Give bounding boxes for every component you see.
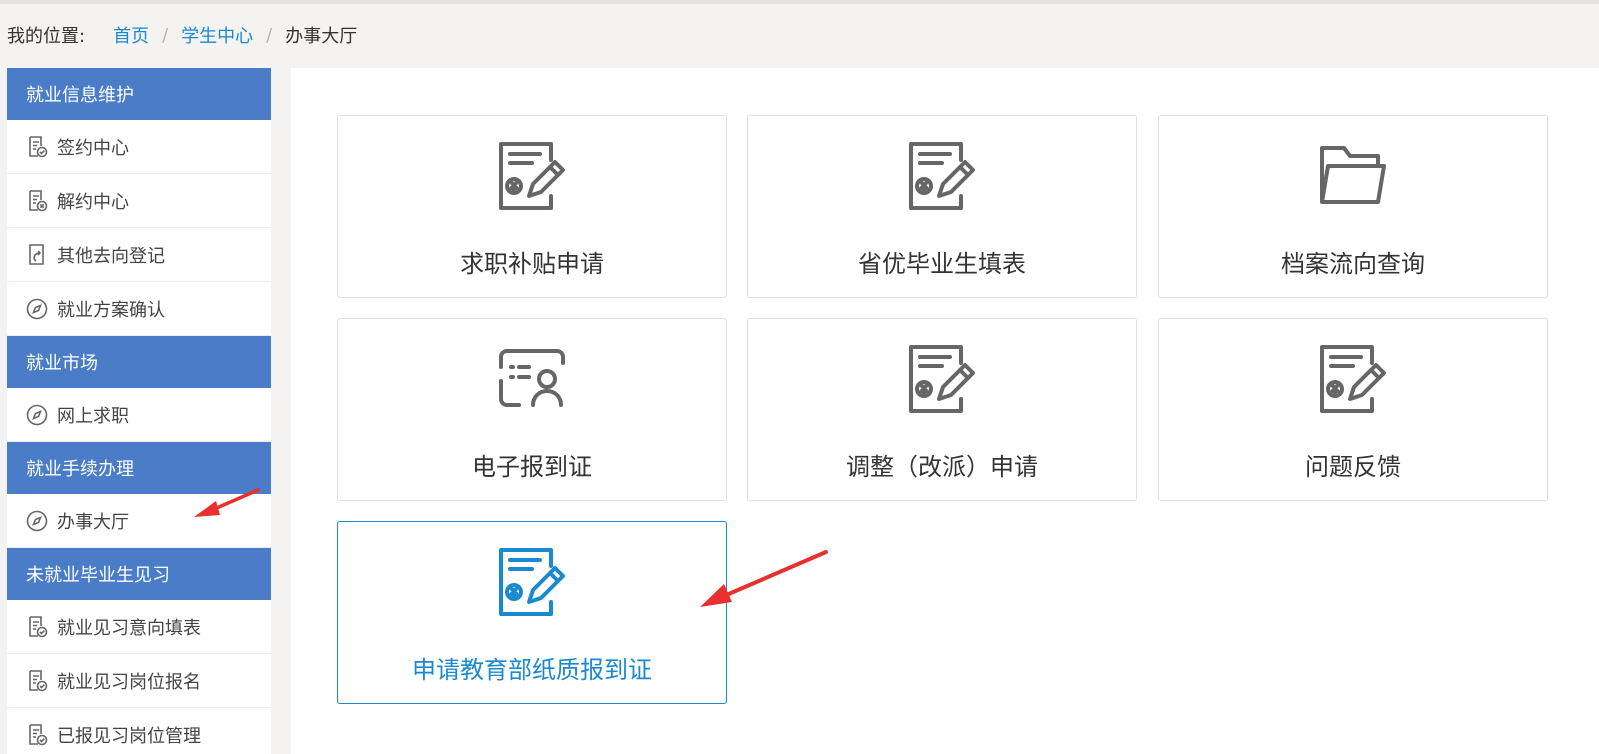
sidebar-item-other-destination[interactable]: 其他去向登记 xyxy=(7,228,271,282)
breadcrumb: 我的位置: 首页 / 学生中心 / 办事大厅 xyxy=(7,22,357,48)
sidebar: 就业信息维护 签约中心 解约中心 其他去向登记 就业方案确认 就业市场 网上求职… xyxy=(7,68,271,754)
doc-arrow-icon xyxy=(25,243,49,267)
breadcrumb-separator: / xyxy=(266,24,273,46)
compass-icon xyxy=(25,297,49,321)
breadcrumb-current: 办事大厅 xyxy=(285,26,358,47)
tile-archive-query[interactable]: 档案流向查询 xyxy=(1158,115,1548,298)
sidebar-item-label: 解约中心 xyxy=(57,191,129,213)
sidebar-item-online-job[interactable]: 网上求职 xyxy=(7,388,271,442)
sidebar-item-internship-apply[interactable]: 就业见习岗位报名 xyxy=(7,654,271,708)
sidebar-item-label: 就业见习岗位报名 xyxy=(57,671,201,693)
sidebar-item-plan-confirm[interactable]: 就业方案确认 xyxy=(7,282,271,336)
tile-label: 申请教育部纸质报到证 xyxy=(412,656,652,684)
breadcrumb-link-student-center[interactable]: 学生中心 xyxy=(181,22,253,48)
doc-edit-icon xyxy=(905,341,979,415)
id-card-icon xyxy=(495,341,569,415)
service-hall-panel: 求职补贴申请 省优毕业生填表 档案流向查询 电子报到证 调整（改派）申请 问题反… xyxy=(291,68,1599,754)
tile-label: 问题反馈 xyxy=(1305,453,1401,481)
breadcrumb-separator: / xyxy=(162,24,169,46)
tile-reassignment-apply[interactable]: 调整（改派）申请 xyxy=(747,318,1137,501)
tile-excellent-graduate-form[interactable]: 省优毕业生填表 xyxy=(747,115,1137,298)
sidebar-item-label: 已报见习岗位管理 xyxy=(57,725,201,747)
doc-check-icon xyxy=(25,723,49,747)
sidebar-item-label: 网上求职 xyxy=(57,405,129,427)
breadcrumb-prefix: 我的位置: xyxy=(7,26,86,47)
folder-icon xyxy=(1316,138,1390,212)
sidebar-item-label: 就业方案确认 xyxy=(57,299,165,321)
doc-x-icon xyxy=(25,189,49,213)
tile-label: 调整（改派）申请 xyxy=(846,453,1038,481)
sidebar-item-internship-manage[interactable]: 已报见习岗位管理 xyxy=(7,708,271,754)
sidebar-item-signing-center[interactable]: 签约中心 xyxy=(7,120,271,174)
doc-edit-icon xyxy=(905,138,979,212)
tile-job-subsidy[interactable]: 求职补贴申请 xyxy=(337,115,727,298)
sidebar-section-employment-info[interactable]: 就业信息维护 xyxy=(7,68,271,120)
tile-label: 电子报到证 xyxy=(472,453,592,481)
compass-icon xyxy=(25,509,49,533)
compass-icon xyxy=(25,403,49,427)
doc-edit-icon xyxy=(495,544,569,618)
sidebar-section-job-market[interactable]: 就业市场 xyxy=(7,336,271,388)
sidebar-item-internship-intent[interactable]: 就业见习意向填表 xyxy=(7,600,271,654)
breadcrumb-link-home[interactable]: 首页 xyxy=(113,22,149,48)
sidebar-item-label: 办事大厅 xyxy=(57,511,129,533)
sidebar-item-label: 就业见习意向填表 xyxy=(57,617,201,639)
sidebar-section-procedures[interactable]: 就业手续办理 xyxy=(7,442,271,494)
tile-label: 求职补贴申请 xyxy=(460,250,604,278)
doc-check-icon xyxy=(25,669,49,693)
doc-edit-icon xyxy=(495,138,569,212)
sidebar-section-internship[interactable]: 未就业毕业生见习 xyxy=(7,548,271,600)
sidebar-item-termination-center[interactable]: 解约中心 xyxy=(7,174,271,228)
tile-label: 省优毕业生填表 xyxy=(858,250,1026,278)
sidebar-item-service-hall[interactable]: 办事大厅 xyxy=(7,494,271,548)
sidebar-item-label: 其他去向登记 xyxy=(57,245,165,267)
doc-check-icon xyxy=(25,615,49,639)
sidebar-item-label: 签约中心 xyxy=(57,137,129,159)
doc-edit-icon xyxy=(1316,341,1390,415)
tile-label: 档案流向查询 xyxy=(1281,250,1425,278)
doc-check-icon xyxy=(25,135,49,159)
top-border xyxy=(0,0,1599,4)
tile-electronic-certificate[interactable]: 电子报到证 xyxy=(337,318,727,501)
tile-feedback[interactable]: 问题反馈 xyxy=(1158,318,1548,501)
tile-paper-certificate-apply[interactable]: 申请教育部纸质报到证 xyxy=(337,521,727,704)
